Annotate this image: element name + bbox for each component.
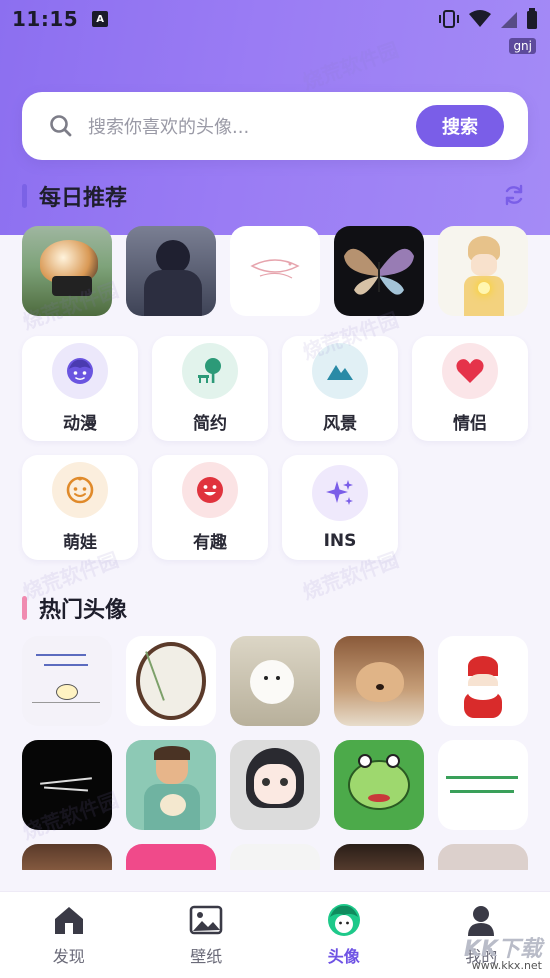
- avatar-thumb-fish-sketch[interactable]: [230, 226, 320, 316]
- category-label: 萌娃: [63, 533, 97, 553]
- avatar-thumb-anime-boy[interactable]: [438, 226, 528, 316]
- avatar-face-icon: [327, 904, 360, 936]
- category-label: 有趣: [193, 533, 227, 553]
- avatar-thumb-white-puppy[interactable]: [230, 636, 320, 726]
- avatar-thumb-fluffy[interactable]: [22, 226, 112, 316]
- anime-face-icon: [67, 358, 93, 384]
- nav-discover[interactable]: 发现: [0, 892, 138, 978]
- vibrate-icon: [439, 10, 459, 28]
- avatar-thumb-black-text[interactable]: [22, 740, 112, 830]
- corner-watermark: KK下载 www.kkx.net: [464, 931, 542, 972]
- hot-avatar-partial-row: [22, 844, 528, 870]
- search-icon: [50, 115, 72, 137]
- avatar-thumb-handwriting-bird[interactable]: [22, 636, 112, 726]
- category-grid: 动漫 简约 风景 情侣 萌娃 有趣 INS: [22, 336, 528, 560]
- avatar-thumb-partial[interactable]: [438, 844, 528, 870]
- nav-label: 壁纸: [190, 947, 223, 966]
- avatar-thumb-anime-girl[interactable]: [230, 740, 320, 830]
- category-ins[interactable]: INS: [282, 455, 398, 560]
- hot-section-title: 热门头像: [39, 598, 128, 623]
- battery-icon: [527, 8, 537, 29]
- avatar-thumb-window-branch[interactable]: [126, 636, 216, 726]
- category-label: INS: [323, 530, 357, 551]
- daily-section-title: 每日推荐: [39, 186, 128, 211]
- category-baby-badge: [52, 462, 108, 518]
- status-time: 11:15: [12, 7, 79, 31]
- avatar-thumb-partial[interactable]: [230, 844, 320, 870]
- category-cute-baby[interactable]: 萌娃: [22, 455, 138, 560]
- daily-section-bar: [22, 184, 27, 208]
- avatar-thumb-girl-dark[interactable]: [126, 226, 216, 316]
- category-anime[interactable]: 动漫: [22, 336, 138, 441]
- status-bar: 11:15 A: [0, 0, 550, 38]
- mountain-icon: [327, 365, 353, 380]
- search-button[interactable]: 搜索: [416, 105, 504, 147]
- category-anime-badge: [52, 343, 108, 399]
- avatar-thumb-green-text[interactable]: [438, 740, 528, 830]
- category-label: 动漫: [63, 414, 97, 434]
- signal-icon: [501, 12, 517, 28]
- category-label: 情侣: [453, 414, 487, 434]
- category-simple[interactable]: 简约: [152, 336, 268, 441]
- search-bar[interactable]: 搜索你喜欢的头像... 搜索: [22, 92, 528, 160]
- hot-section-header: 热门头像: [22, 592, 127, 624]
- notification-a-icon: A: [92, 11, 109, 27]
- daily-section-header: 每日推荐: [22, 180, 127, 212]
- category-landscape-badge: [312, 343, 368, 399]
- avatar-thumb-partial[interactable]: [126, 844, 216, 870]
- home-icon: [54, 907, 83, 934]
- bottom-nav: 发现 壁纸 头像 我的 KK下载 www.kkx.net: [0, 891, 550, 978]
- avatar-thumb-cartoon-man[interactable]: [126, 740, 216, 830]
- avatar-thumb-partial[interactable]: [334, 844, 424, 870]
- picture-icon: [189, 905, 223, 935]
- category-label: 简约: [193, 414, 227, 434]
- heart-icon: [456, 359, 484, 383]
- search-input[interactable]: 搜索你喜欢的头像...: [88, 113, 416, 139]
- nav-wallpaper[interactable]: 壁纸: [138, 892, 276, 978]
- category-ins-badge: [312, 464, 368, 521]
- tree-bench-icon: [198, 358, 221, 383]
- avatar-thumb-golden-puppy[interactable]: [334, 636, 424, 726]
- nav-label: 发现: [52, 947, 85, 966]
- category-simple-badge: [182, 343, 238, 399]
- category-label: 风景: [323, 414, 357, 434]
- avatar-thumb-butterfly[interactable]: [334, 226, 424, 316]
- nav-label: 头像: [327, 947, 360, 966]
- daily-recommend-row: [22, 226, 528, 316]
- status-icons: [438, 8, 538, 30]
- avatar-thumb-partial[interactable]: [22, 844, 112, 870]
- avatar-thumb-santa[interactable]: [438, 636, 528, 726]
- category-couple-badge: [442, 343, 498, 399]
- nav-avatar[interactable]: 头像: [275, 892, 413, 978]
- smile-icon: [197, 477, 223, 503]
- category-funny[interactable]: 有趣: [152, 455, 268, 560]
- hot-section-bar: [22, 596, 27, 620]
- hot-avatar-grid: [22, 636, 528, 830]
- category-funny-badge: [182, 462, 238, 518]
- avatar-thumb-frog[interactable]: [334, 740, 424, 830]
- sparkle-icon: [326, 479, 353, 505]
- wifi-icon: [469, 10, 491, 27]
- gnj-badge: gnj: [509, 38, 536, 54]
- category-landscape[interactable]: 风景: [282, 336, 398, 441]
- baby-face-icon: [66, 476, 94, 504]
- corner-url: www.kkx.net: [471, 959, 542, 972]
- category-couple[interactable]: 情侣: [412, 336, 528, 441]
- refresh-icon[interactable]: [502, 183, 526, 207]
